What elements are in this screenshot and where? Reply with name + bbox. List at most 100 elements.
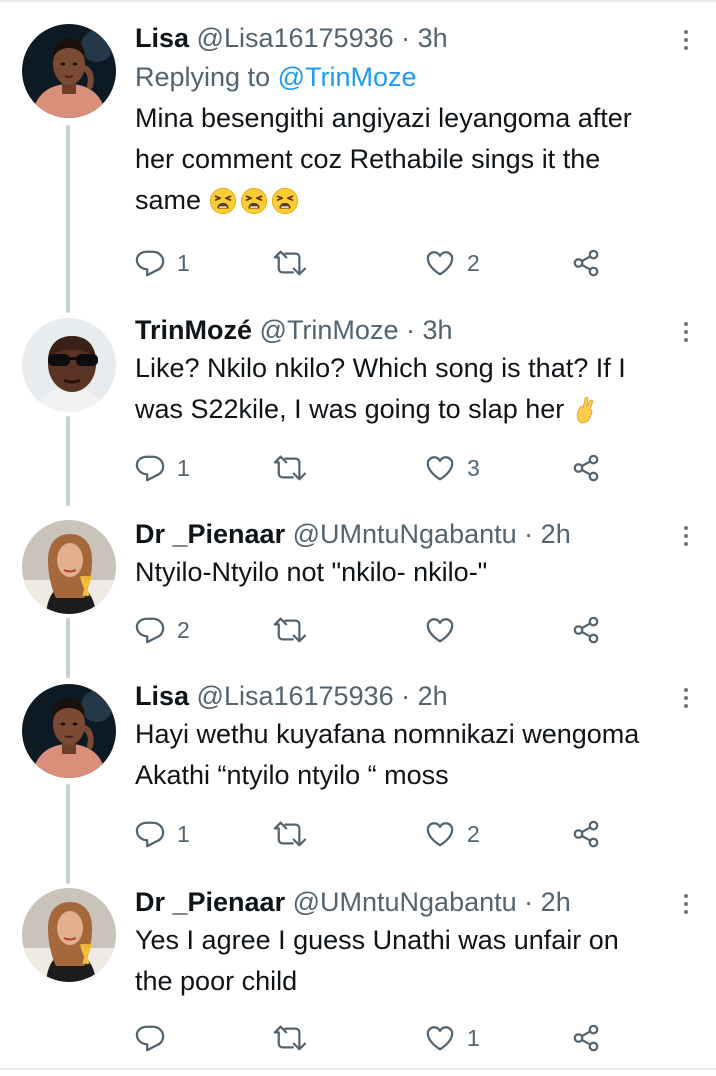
retweet-button[interactable] <box>273 816 319 852</box>
replying-to: Replying to @TrinMoze <box>135 56 676 98</box>
retweet-icon <box>273 1023 307 1053</box>
tweet-text: Hayi wethu kuyafana nomnikazi wengoma Ak… <box>135 714 676 796</box>
retweet-icon <box>273 819 307 849</box>
like-button[interactable]: 3 <box>425 450 480 486</box>
like-button[interactable]: 1 <box>425 1020 480 1056</box>
thread-connector-line <box>66 125 70 313</box>
reply-thread: Lisa @Lisa16175936 · 3h Replying to @Tri… <box>0 0 716 1076</box>
share-icon <box>571 819 601 849</box>
tweet-text: Mina besengithi angiyazi leyangoma after… <box>135 98 676 221</box>
tweet-card[interactable]: Dr _Pienaar @UMntuNgabantu · 2h Yes I ag… <box>0 887 716 1068</box>
more-options-icon[interactable] <box>682 322 690 346</box>
heart-icon <box>425 248 455 278</box>
timestamp[interactable]: 3h <box>423 315 453 345</box>
bottom-divider <box>0 1068 716 1070</box>
tweet-card[interactable]: Dr _Pienaar @UMntuNgabantu · 2h Ntyilo-N… <box>0 516 716 678</box>
reply-count: 1 <box>177 454 190 481</box>
tweet-header: Dr _Pienaar @UMntuNgabantu · 2h <box>135 516 676 552</box>
avatar[interactable] <box>22 520 116 614</box>
share-icon <box>571 248 601 278</box>
like-button[interactable]: 2 <box>425 245 480 281</box>
reply-button[interactable] <box>135 1020 177 1056</box>
weary-face-emoji-icon <box>240 187 268 215</box>
tweet-actions: 1 <box>135 1020 605 1056</box>
tweet-text-line: the poor child <box>135 966 298 996</box>
tweet-text: Yes I agree I guess Unathi was unfair on… <box>135 920 676 1002</box>
tweet-actions: 2 <box>135 612 605 648</box>
more-options-icon[interactable] <box>682 30 690 54</box>
display-name[interactable]: TrinMozé <box>135 315 252 345</box>
reply-button[interactable]: 1 <box>135 816 190 852</box>
retweet-button[interactable] <box>273 612 319 648</box>
separator: · <box>401 681 411 711</box>
more-options-icon[interactable] <box>682 526 690 550</box>
more-options-icon[interactable] <box>682 688 690 712</box>
reply-button[interactable]: 1 <box>135 245 190 281</box>
tweet-card[interactable]: Lisa @Lisa16175936 · 3h Replying to @Tri… <box>0 0 716 318</box>
tweet-header: Lisa @Lisa16175936 · 3h <box>135 20 676 56</box>
thread-connector-line <box>66 618 70 678</box>
retweet-button[interactable] <box>273 245 319 281</box>
retweet-icon <box>273 453 307 483</box>
timestamp[interactable]: 3h <box>418 23 448 53</box>
tweet-card[interactable]: TrinMozé @TrinMoze · 3h Like? Nkilo nkil… <box>0 315 716 506</box>
display-name[interactable]: Lisa <box>135 681 189 711</box>
like-count: 2 <box>467 249 480 276</box>
tweet-text-line-wrap: same <box>135 180 676 221</box>
crossed-fingers-emoji-icon <box>572 396 600 424</box>
share-button[interactable] <box>571 816 601 852</box>
heart-icon <box>425 453 455 483</box>
share-button[interactable] <box>571 1020 601 1056</box>
reply-button[interactable]: 2 <box>135 612 190 648</box>
tweet-actions: 1 2 <box>135 816 605 852</box>
retweet-icon <box>273 248 307 278</box>
share-button[interactable] <box>571 245 601 281</box>
reply-button[interactable]: 1 <box>135 450 190 486</box>
share-button[interactable] <box>571 612 601 648</box>
display-name[interactable]: Dr _Pienaar <box>135 519 285 549</box>
tweet-text-line: Like? Nkilo nkilo? Which song is that? I… <box>135 353 626 383</box>
share-icon <box>571 1023 601 1053</box>
retweet-icon <box>273 615 307 645</box>
avatar[interactable] <box>22 684 116 778</box>
replying-to-mention[interactable]: @TrinMoze <box>278 62 417 92</box>
heart-icon <box>425 819 455 849</box>
tweet-text: Like? Nkilo nkilo? Which song is that? I… <box>135 348 676 430</box>
separator: · <box>401 23 411 53</box>
avatar[interactable] <box>22 318 116 412</box>
tweet-text-line: same <box>135 185 202 215</box>
separator: · <box>524 519 534 549</box>
avatar[interactable] <box>22 888 116 982</box>
share-button[interactable] <box>571 450 601 486</box>
more-options-icon[interactable] <box>682 894 690 918</box>
user-handle[interactable]: @Lisa16175936 <box>197 681 394 711</box>
timestamp[interactable]: 2h <box>541 887 571 917</box>
tweet-card[interactable]: Lisa @Lisa16175936 · 2h Hayi wethu kuyaf… <box>0 681 716 884</box>
display-name[interactable]: Lisa <box>135 23 189 53</box>
weary-face-emoji-icon <box>209 187 237 215</box>
user-handle[interactable]: @Lisa16175936 <box>197 23 394 53</box>
like-button[interactable] <box>425 612 467 648</box>
reply-icon <box>135 453 165 483</box>
retweet-button[interactable] <box>273 450 319 486</box>
tweet-text-line: Akathi “ntyilo ntyilo “ moss <box>135 760 449 790</box>
reply-icon <box>135 248 165 278</box>
share-icon <box>571 453 601 483</box>
avatar[interactable] <box>22 24 116 118</box>
user-handle[interactable]: @UMntuNgabantu <box>293 887 517 917</box>
user-handle[interactable]: @UMntuNgabantu <box>293 519 517 549</box>
reply-count: 1 <box>177 249 190 276</box>
tweet-text-line: her comment coz Rethabile sings it the <box>135 144 601 174</box>
timestamp[interactable]: 2h <box>541 519 571 549</box>
user-handle[interactable]: @TrinMoze <box>260 315 399 345</box>
heart-icon <box>425 615 455 645</box>
retweet-button[interactable] <box>273 1020 319 1056</box>
like-button[interactable]: 2 <box>425 816 480 852</box>
display-name[interactable]: Dr _Pienaar <box>135 887 285 917</box>
timestamp[interactable]: 2h <box>418 681 448 711</box>
reply-count: 2 <box>177 616 190 643</box>
share-icon <box>571 615 601 645</box>
reply-icon <box>135 819 165 849</box>
tweet-text: Ntyilo-Ntyilo not "nkilo- nkilo-" <box>135 552 676 593</box>
tweet-text-line: Mina besengithi angiyazi leyangoma after <box>135 103 632 133</box>
